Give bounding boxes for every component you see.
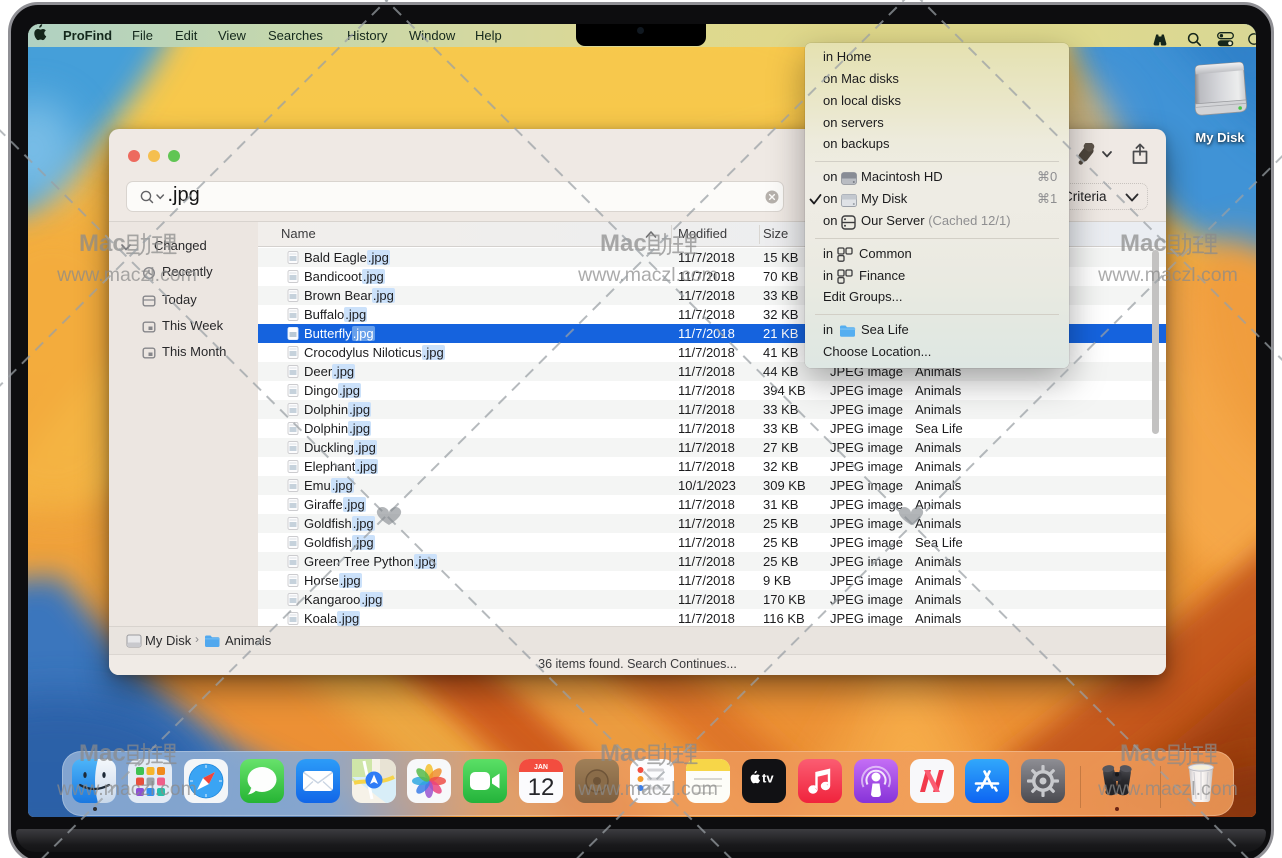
svg-text:Mac: Mac [79, 740, 126, 767]
svg-text:www.maczl.com: www.maczl.com [1097, 264, 1238, 286]
svg-text:Mac: Mac [1120, 740, 1167, 767]
svg-text:www.maczl.com: www.maczl.com [577, 264, 718, 286]
svg-text:Mac: Mac [79, 230, 126, 257]
svg-text:www.maczl.com: www.maczl.com [1097, 778, 1238, 800]
svg-text:Mac: Mac [1120, 230, 1167, 257]
svg-text:Mac: Mac [600, 740, 647, 767]
svg-text:www.maczl.com: www.maczl.com [56, 264, 197, 286]
svg-text:www.maczl.com: www.maczl.com [56, 778, 197, 800]
